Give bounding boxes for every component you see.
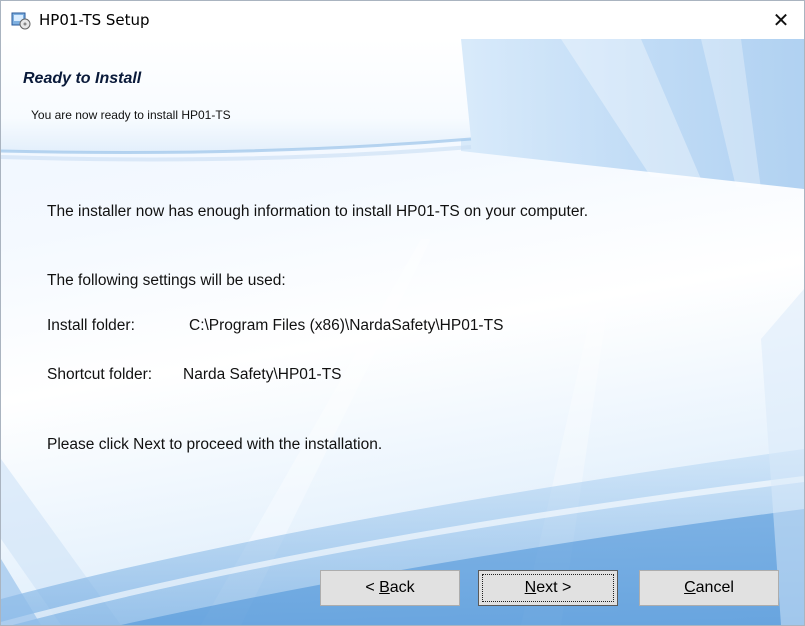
window-title: HP01-TS Setup	[39, 11, 150, 29]
title-bar: HP01-TS Setup ✕	[1, 1, 804, 39]
back-button[interactable]: < Back	[320, 570, 460, 606]
close-button[interactable]: ✕	[758, 1, 804, 39]
install-folder-value: C:\Program Files (x86)\NardaSafety\HP01-…	[189, 317, 504, 334]
shortcut-folder-label: Shortcut folder:	[47, 366, 153, 383]
wizard-header: Ready to Install You are now ready to in…	[1, 39, 471, 151]
intro-text: The installer now has enough information…	[47, 203, 589, 220]
installer-icon	[11, 10, 31, 30]
cancel-button[interactable]: Cancel	[639, 570, 779, 606]
settings-heading: The following settings will be used:	[47, 272, 286, 289]
setup-window: HP01-TS Setup ✕ Ready to Install You are…	[0, 0, 805, 626]
page-subtitle: You are now ready to install HP01-TS	[31, 108, 231, 122]
wizard-content: Ready to Install You are now ready to in…	[1, 39, 804, 625]
close-icon: ✕	[772, 8, 790, 32]
cancel-button-label: Cancel	[684, 579, 734, 596]
next-button-label: Next >	[524, 579, 572, 596]
install-folder-label: Install folder:	[47, 317, 135, 334]
back-button-label: < Back	[365, 579, 415, 596]
next-button[interactable]: Next >	[478, 570, 618, 606]
page-title: Ready to Install	[23, 70, 142, 87]
shortcut-folder-value: Narda Safety\HP01-TS	[183, 366, 342, 383]
proceed-note: Please click Next to proceed with the in…	[47, 436, 383, 453]
